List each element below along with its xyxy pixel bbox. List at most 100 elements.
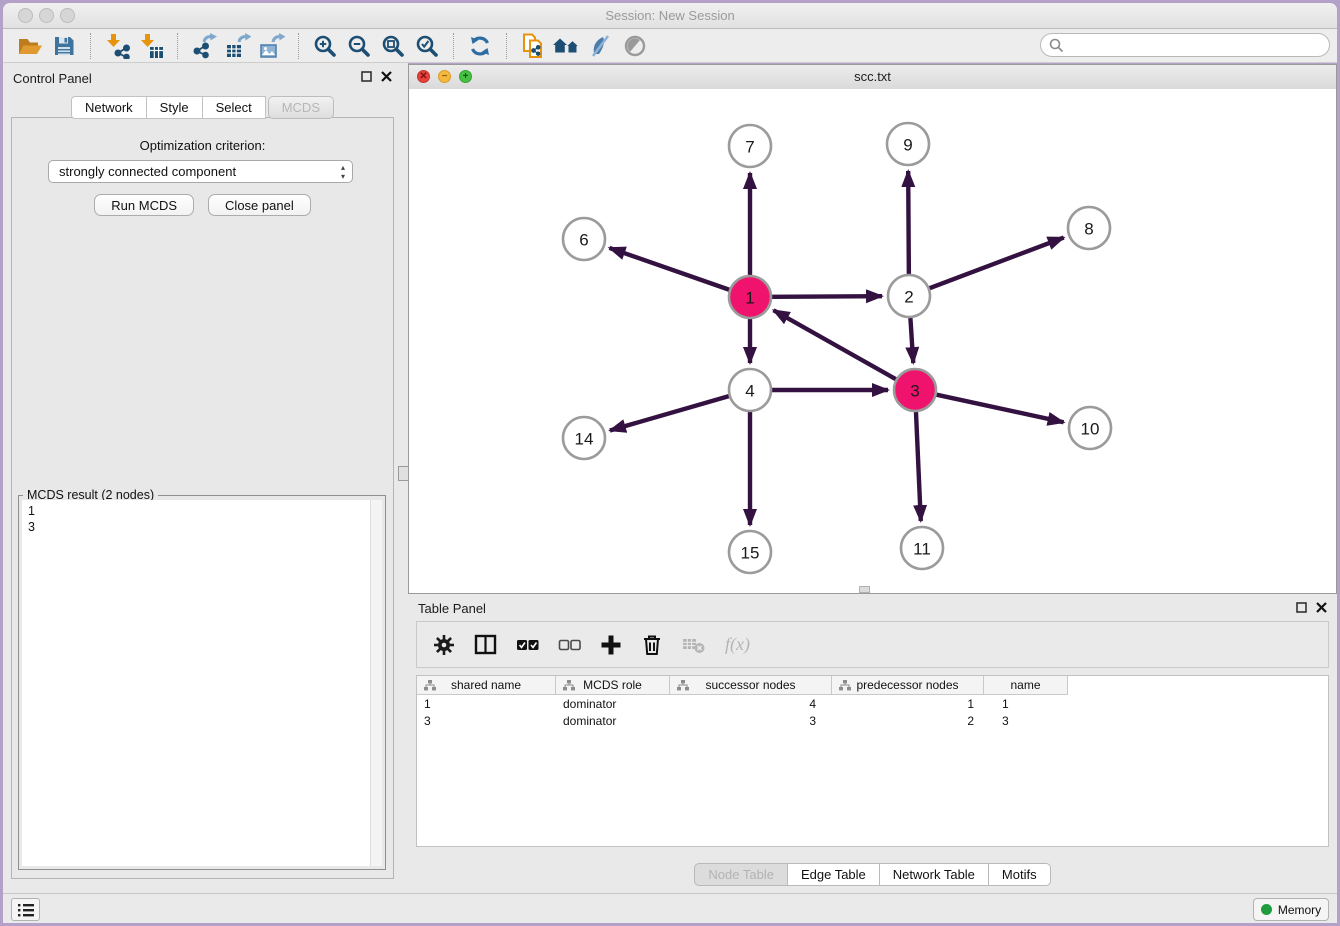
- export-image-button[interactable]: [255, 31, 289, 61]
- export-network-button[interactable]: [187, 31, 221, 61]
- cell-mcds-role[interactable]: dominator: [556, 714, 670, 728]
- network-frame-titlebar[interactable]: ✕ − + scc.txt: [409, 65, 1336, 90]
- cell-predecessor-nodes[interactable]: 1: [832, 697, 984, 711]
- toolbar-separator: [453, 33, 454, 59]
- zoom-fit-button[interactable]: [376, 31, 410, 61]
- tab-node-table[interactable]: Node Table: [694, 863, 788, 886]
- column-namespace-icon: [424, 680, 436, 691]
- column-header-shared-name[interactable]: shared name: [417, 676, 556, 695]
- export-table-button[interactable]: [221, 31, 255, 61]
- show-task-history-button[interactable]: [11, 898, 40, 921]
- zoom-selected-button[interactable]: [410, 31, 444, 61]
- dropdown-arrows-icon: ▴▾: [341, 163, 345, 181]
- close-panel-icon[interactable]: [1316, 602, 1327, 613]
- column-header-successor-nodes[interactable]: successor nodes: [670, 676, 832, 695]
- graph-edge-2-3[interactable]: [910, 318, 913, 363]
- unselect-all-columns-icon[interactable]: [558, 638, 581, 651]
- column-header-predecessor-nodes[interactable]: predecessor nodes: [832, 676, 984, 695]
- cell-shared-name[interactable]: 1: [417, 697, 556, 711]
- cell-shared-name[interactable]: 3: [417, 714, 556, 728]
- tab-style[interactable]: Style: [147, 96, 203, 119]
- column-settings-gear-icon[interactable]: [433, 634, 455, 656]
- graph-edge-3-10[interactable]: [936, 395, 1063, 423]
- tab-network-table[interactable]: Network Table: [880, 863, 989, 886]
- toolbar-separator: [177, 33, 178, 59]
- cell-successor-nodes[interactable]: 4: [670, 697, 832, 711]
- zoom-in-button[interactable]: [308, 31, 342, 61]
- network-view-frame: ✕ − + scc.txt 7968124314101511: [408, 64, 1337, 594]
- zoom-out-button[interactable]: [342, 31, 376, 61]
- tab-edge-table[interactable]: Edge Table: [788, 863, 880, 886]
- cell-successor-nodes[interactable]: 3: [670, 714, 832, 728]
- select-all-columns-icon[interactable]: [516, 638, 539, 651]
- tab-select[interactable]: Select: [203, 96, 266, 119]
- result-scrollbar[interactable]: [370, 500, 382, 866]
- run-mcds-button[interactable]: Run MCDS: [94, 194, 194, 216]
- tab-motifs[interactable]: Motifs: [989, 863, 1051, 886]
- cell-name[interactable]: 1: [984, 697, 1068, 711]
- save-disk-icon: [53, 35, 75, 57]
- open-session-button[interactable]: [13, 31, 47, 61]
- delete-columns-trash-icon[interactable]: [641, 633, 663, 656]
- table-row[interactable]: 1 dominator 4 1 1: [417, 695, 1328, 712]
- column-header-mcds-role[interactable]: MCDS role: [556, 676, 670, 695]
- window-minimize-button[interactable]: [39, 8, 54, 23]
- zoom-fit-icon: [381, 34, 405, 58]
- network-maximize-button[interactable]: +: [459, 70, 472, 83]
- apply-layout-button[interactable]: [463, 31, 497, 61]
- cell-predecessor-nodes[interactable]: 2: [832, 714, 984, 728]
- graph-edge-1-6[interactable]: [609, 248, 729, 290]
- graph-edge-4-14[interactable]: [610, 396, 729, 430]
- window-titlebar: Session: New Session: [3, 3, 1337, 29]
- control-panel: Control Panel Network Style Select MCDS …: [3, 63, 402, 894]
- show-column-panel-icon[interactable]: [474, 634, 497, 655]
- window-close-button[interactable]: [18, 8, 33, 23]
- cell-name[interactable]: 3: [984, 714, 1068, 728]
- create-new-column-icon[interactable]: [600, 634, 622, 656]
- table-panel: Table Panel: [408, 594, 1337, 894]
- import-table-button[interactable]: [134, 31, 168, 61]
- table-toolbar: f(x): [416, 621, 1329, 668]
- mcds-tab-content: Optimization criterion: strongly connect…: [11, 117, 394, 879]
- mcds-result-textarea[interactable]: 1 3: [22, 500, 382, 866]
- save-session-button[interactable]: [47, 31, 81, 61]
- network-canvas[interactable]: 7968124314101511: [409, 89, 1336, 593]
- float-panel-icon[interactable]: [1296, 602, 1307, 613]
- control-panel-tabs: Network Style Select MCDS: [3, 96, 402, 119]
- search-field[interactable]: [1040, 33, 1330, 57]
- import-table-icon: [138, 33, 164, 59]
- first-neighbors-button[interactable]: [550, 31, 584, 61]
- eye-disabled-icon: [622, 33, 648, 59]
- graph-node-label-15: 15: [741, 544, 760, 563]
- memory-button[interactable]: Memory: [1253, 898, 1329, 921]
- show-graphics-details-button[interactable]: [584, 31, 618, 61]
- graph-edge-3-1[interactable]: [774, 310, 896, 379]
- toolbar-separator: [298, 33, 299, 59]
- window-zoom-button[interactable]: [60, 8, 75, 23]
- result-line: 1: [22, 500, 382, 519]
- tab-mcds[interactable]: MCDS: [268, 96, 334, 119]
- graph-node-label-1: 1: [745, 289, 754, 308]
- graph-edge-3-11[interactable]: [916, 412, 921, 521]
- table-row[interactable]: 3 dominator 3 2 3: [417, 712, 1328, 729]
- graph-edge-2-8[interactable]: [930, 238, 1064, 289]
- graph-edge-2-9[interactable]: [908, 171, 909, 274]
- search-input[interactable]: [1069, 37, 1329, 53]
- criterion-dropdown[interactable]: strongly connected component ▴▾: [48, 160, 353, 183]
- duplicate-network-button[interactable]: [516, 31, 550, 61]
- import-network-button[interactable]: [100, 31, 134, 61]
- list-icon: [17, 903, 35, 917]
- cell-mcds-role[interactable]: dominator: [556, 697, 670, 711]
- tab-network[interactable]: Network: [71, 96, 147, 119]
- float-panel-icon[interactable]: [361, 71, 372, 82]
- close-panel-button[interactable]: Close panel: [208, 194, 311, 216]
- horizontal-splitter-handle[interactable]: [859, 586, 870, 593]
- graph-edge-1-2[interactable]: [772, 296, 882, 297]
- paint-slash-icon: [588, 33, 614, 59]
- column-header-name[interactable]: name: [984, 676, 1068, 695]
- close-panel-icon[interactable]: [381, 71, 392, 82]
- table-header-row: shared name MCDS role successor nodes: [417, 676, 1328, 695]
- network-close-button[interactable]: ✕: [417, 70, 430, 83]
- import-network-icon: [104, 33, 130, 59]
- network-minimize-button[interactable]: −: [438, 70, 451, 83]
